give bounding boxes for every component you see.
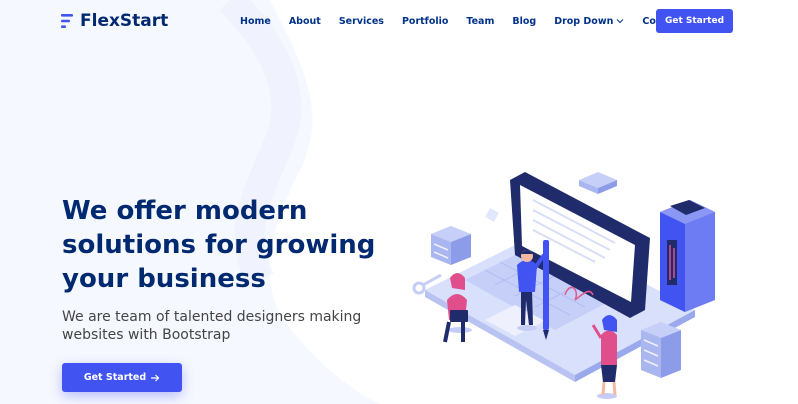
nav-link-services[interactable]: Services bbox=[339, 16, 384, 27]
nav-link-team[interactable]: Team bbox=[466, 16, 494, 27]
logo-text: FlexStart bbox=[80, 11, 169, 31]
site-header: FlexStart Home About Services Portfolio … bbox=[0, 0, 798, 42]
main-nav: Home About Services Portfolio Team Blog … bbox=[240, 10, 702, 32]
hero-button-label: Get Started bbox=[83, 372, 147, 383]
nav-dropdown-label: Drop Down bbox=[554, 15, 614, 27]
nav-link-blog[interactable]: Blog bbox=[512, 16, 536, 27]
nav-link-portfolio[interactable]: Portfolio bbox=[402, 16, 448, 27]
chevron-down-icon bbox=[617, 19, 624, 24]
arrow-right-icon bbox=[151, 374, 160, 381]
header-get-started-button[interactable]: Get Started bbox=[656, 9, 733, 33]
hero-illustration bbox=[412, 172, 715, 399]
nav-link-dropdown[interactable]: Drop Down bbox=[554, 16, 624, 27]
nav-link-about[interactable]: About bbox=[289, 16, 321, 27]
hero-subtitle: We are team of talented designers making… bbox=[62, 309, 362, 343]
nav-link-home[interactable]: Home bbox=[240, 16, 271, 27]
logo[interactable]: FlexStart bbox=[60, 9, 168, 33]
flexstart-logo-icon bbox=[61, 14, 73, 28]
hero-get-started-button[interactable]: Get Started bbox=[62, 363, 182, 392]
hero-title: We offer modern solutions for growing yo… bbox=[62, 196, 376, 294]
